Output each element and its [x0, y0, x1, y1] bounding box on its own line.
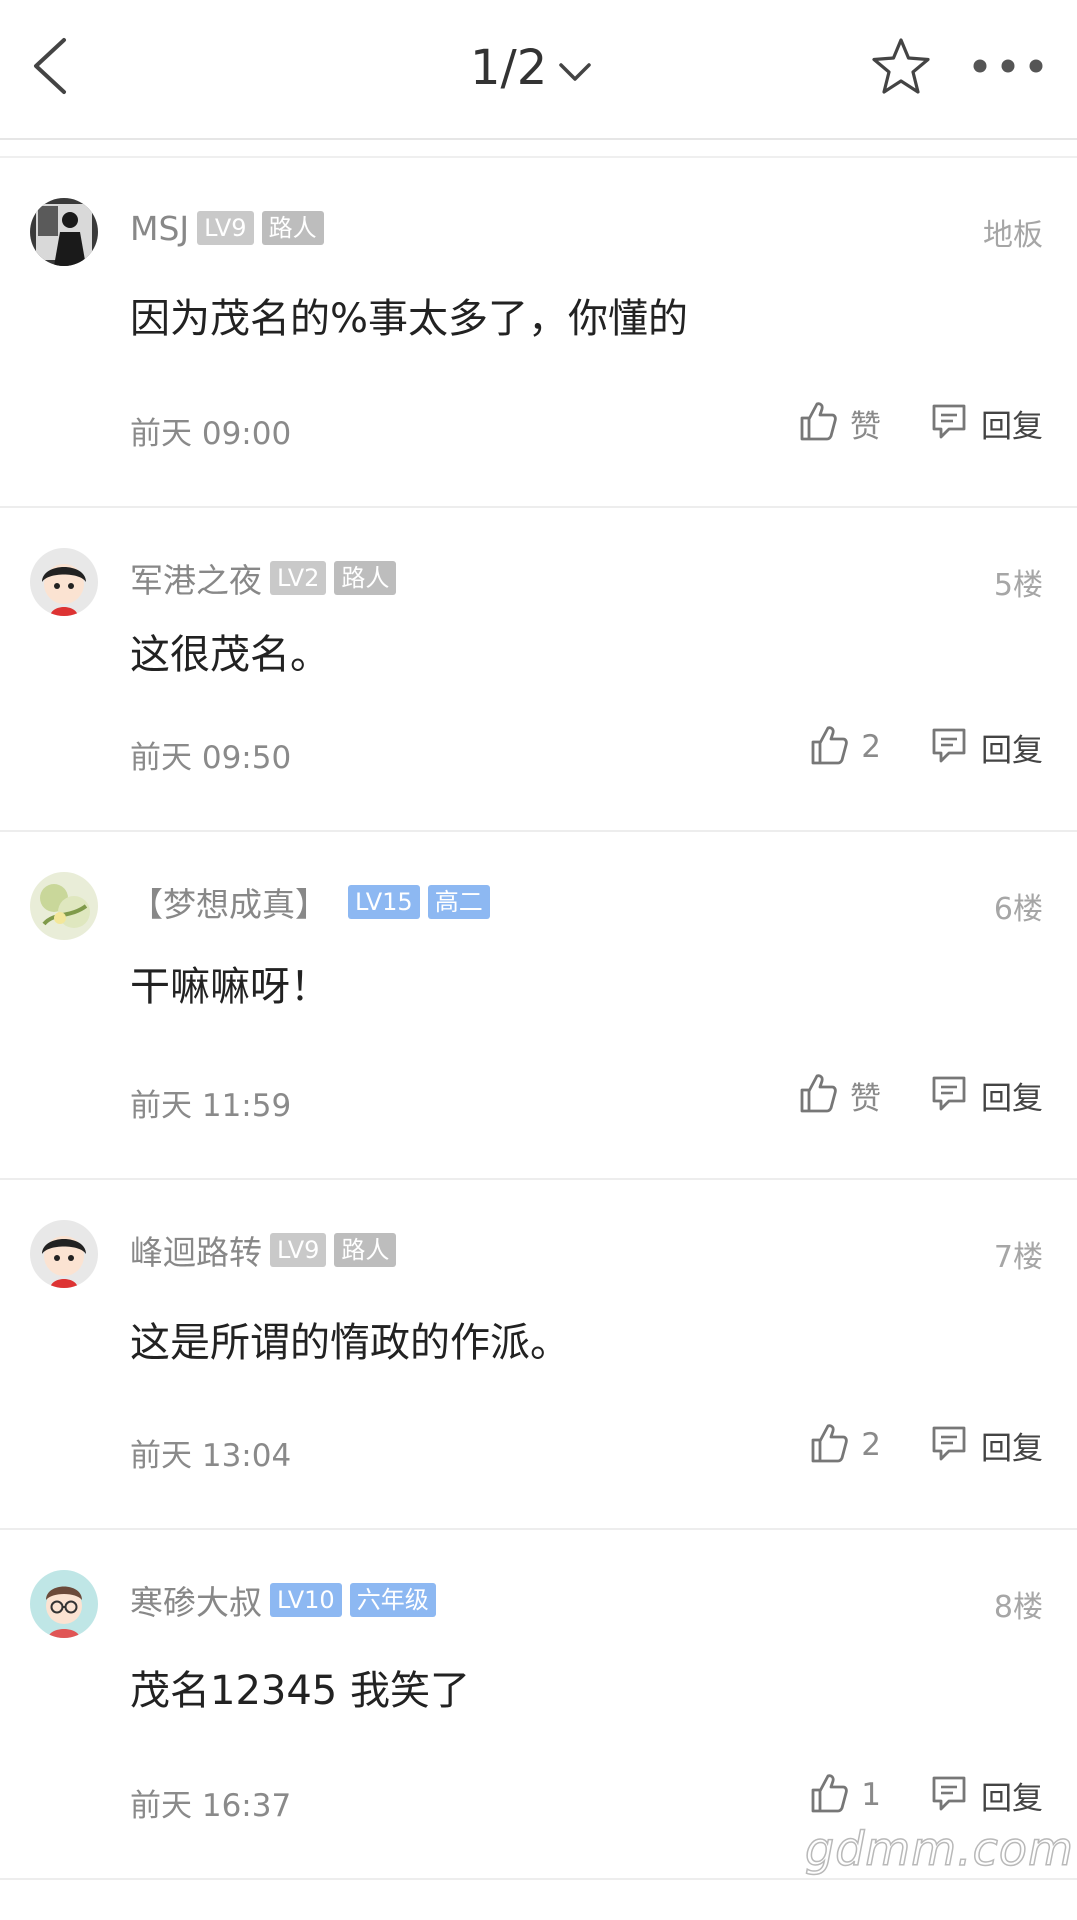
- thumbs-up-icon: [798, 1072, 838, 1118]
- floor-label: 6楼: [993, 892, 1043, 927]
- comment-time: 前天 09:50: [130, 740, 292, 776]
- title-badge: 路人: [334, 561, 397, 595]
- like-count: 1: [861, 1777, 881, 1813]
- level-badge: LV9: [270, 1233, 327, 1267]
- floor-label: 5楼: [993, 568, 1043, 603]
- title-badge: 路人: [261, 211, 324, 245]
- avatar[interactable]: [30, 872, 98, 940]
- title-badge: 路人: [334, 1233, 397, 1267]
- comment-bubble-icon: [929, 1773, 969, 1817]
- comment-content: 干嘛嘛呀！: [130, 964, 330, 1010]
- chevron-down-icon: [557, 40, 593, 96]
- like-count: 2: [861, 1427, 881, 1463]
- reply-button[interactable]: 回复: [929, 1773, 1043, 1818]
- star-icon[interactable]: [870, 36, 932, 98]
- like-button[interactable]: 2: [809, 724, 881, 770]
- username[interactable]: 军港之夜: [130, 554, 262, 602]
- like-label: 赞: [850, 408, 881, 445]
- reply-label: 回复: [981, 1780, 1043, 1817]
- level-badge: LV10: [270, 1583, 342, 1617]
- username[interactable]: 峰迴路转: [130, 1226, 262, 1274]
- comment-time: 前天 13:04: [130, 1438, 292, 1474]
- title-badge: 六年级: [349, 1583, 436, 1617]
- title-badge: 高二: [427, 885, 490, 919]
- comment-time: 前天 11:59: [130, 1088, 292, 1124]
- back-arrow-icon[interactable]: [26, 34, 76, 98]
- level-badge: LV15: [348, 885, 420, 919]
- like-button[interactable]: 赞: [798, 1072, 881, 1118]
- comment-item: 峰迴路转 LV9 路人 7楼 这是所谓的惰政的作派。 前天 13:04 2 回复: [0, 1180, 1077, 1530]
- reply-label: 回复: [981, 1430, 1043, 1467]
- reply-button[interactable]: 回复: [929, 401, 1043, 446]
- reply-label: 回复: [981, 1080, 1043, 1117]
- like-button[interactable]: 2: [809, 1422, 881, 1468]
- user-info-row: 峰迴路转 LV9 路人: [130, 1230, 397, 1272]
- floor-label: 地板: [983, 218, 1043, 253]
- level-badge: LV9: [197, 211, 254, 245]
- avatar[interactable]: [30, 548, 98, 616]
- comment-bubble-icon: [929, 1423, 969, 1467]
- top-nav-bar: 1/2: [0, 0, 1077, 158]
- header-divider: [0, 138, 1077, 140]
- like-button[interactable]: 赞: [798, 400, 881, 446]
- like-count: 2: [861, 729, 881, 765]
- watermark: gdmm.com: [804, 1821, 1074, 1877]
- reply-button[interactable]: 回复: [929, 1423, 1043, 1468]
- page-indicator-text: 1/2: [470, 40, 548, 96]
- like-label: 赞: [850, 1080, 881, 1117]
- reply-button[interactable]: 回复: [929, 1073, 1043, 1118]
- reply-button[interactable]: 回复: [929, 725, 1043, 770]
- username[interactable]: MSJ: [130, 209, 189, 248]
- level-badge: LV2: [270, 561, 327, 595]
- comment-bubble-icon: [929, 725, 969, 769]
- user-info-row: MSJ LV9 路人: [130, 208, 324, 248]
- comment-actions: 2 回复: [809, 724, 1043, 770]
- thumbs-up-icon: [809, 724, 849, 770]
- like-button[interactable]: 1: [809, 1772, 881, 1818]
- comment-item: MSJ LV9 路人 地板 因为茂名的%事太多了，你懂的 前天 09:00 赞 …: [0, 158, 1077, 508]
- thumbs-up-icon: [809, 1422, 849, 1468]
- comment-divider: [0, 1878, 1077, 1880]
- user-info-row: 寒碜大叔 LV10 六年级: [130, 1580, 436, 1622]
- comment-content: 这很茂名。: [130, 632, 330, 678]
- avatar[interactable]: [30, 198, 98, 266]
- comment-content: 这是所谓的惰政的作派。: [130, 1320, 570, 1366]
- comment-time: 前天 16:37: [130, 1788, 292, 1824]
- floor-label: 8楼: [993, 1590, 1043, 1625]
- comment-time: 前天 09:00: [130, 416, 292, 452]
- avatar[interactable]: [30, 1570, 98, 1638]
- floor-label: 7楼: [993, 1240, 1043, 1275]
- comment-bubble-icon: [929, 401, 969, 445]
- page-selector[interactable]: 1/2: [470, 38, 593, 98]
- reply-label: 回复: [981, 732, 1043, 769]
- comment-actions: 1 回复: [809, 1772, 1043, 1818]
- comment-actions: 赞 回复: [798, 400, 1043, 446]
- comment-item: 军港之夜 LV2 路人 5楼 这很茂名。 前天 09:50 2 回复: [0, 508, 1077, 832]
- user-info-row: 【梦想成真】 LV15 高二: [130, 882, 490, 924]
- comment-actions: 赞 回复: [798, 1072, 1043, 1118]
- reply-label: 回复: [981, 408, 1043, 445]
- username[interactable]: 寒碜大叔: [130, 1576, 262, 1624]
- comment-item: 【梦想成真】 LV15 高二 6楼 干嘛嘛呀！ 前天 11:59 赞 回复: [0, 832, 1077, 1180]
- thumbs-up-icon: [809, 1772, 849, 1818]
- user-info-row: 军港之夜 LV2 路人: [130, 558, 397, 600]
- avatar[interactable]: [30, 1220, 98, 1288]
- username[interactable]: 【梦想成真】: [130, 878, 328, 926]
- comment-bubble-icon: [929, 1073, 969, 1117]
- thumbs-up-icon: [798, 400, 838, 446]
- comment-content: 茂名12345 我笑了: [130, 1668, 470, 1714]
- comment-actions: 2 回复: [809, 1422, 1043, 1468]
- more-dots-icon[interactable]: [970, 50, 1046, 82]
- comment-content: 因为茂名的%事太多了，你懂的: [130, 296, 689, 342]
